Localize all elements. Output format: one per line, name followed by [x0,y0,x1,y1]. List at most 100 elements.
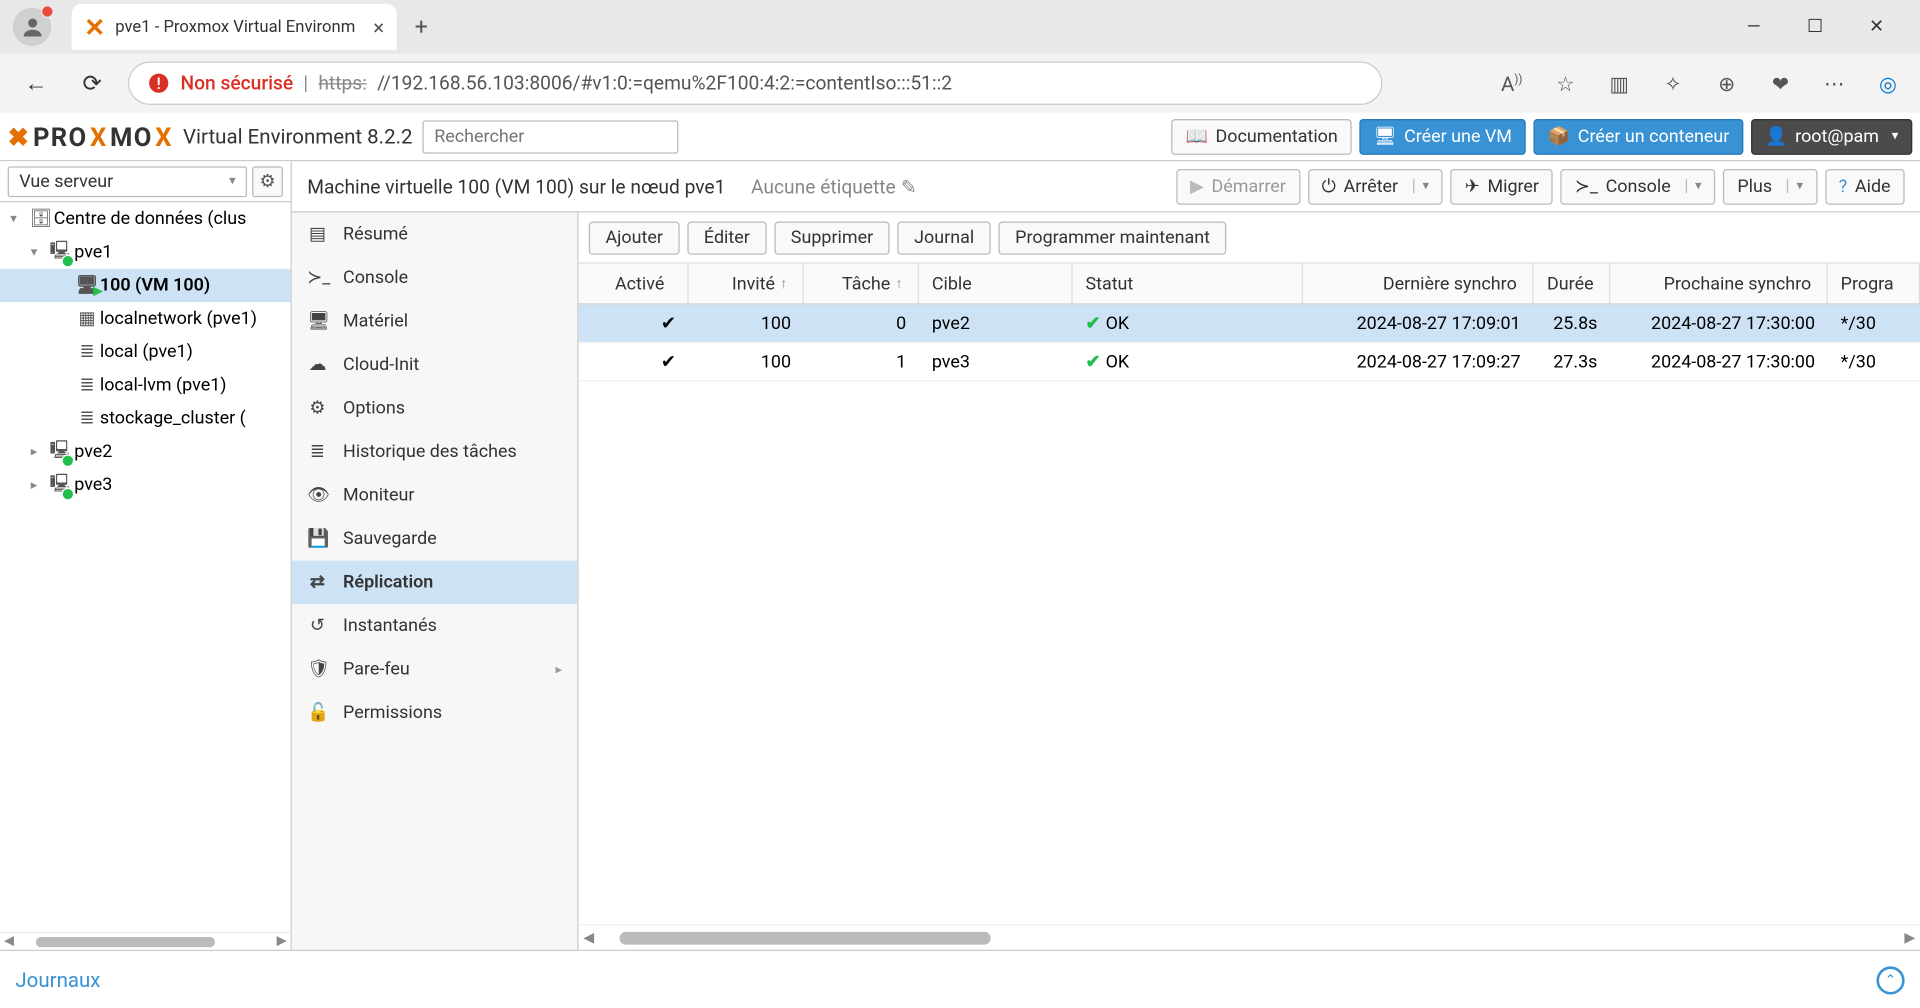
log-footer[interactable]: Journaux ⌃ [0,950,1920,1008]
maximize-button[interactable]: ☐ [1797,17,1833,37]
extensions-icon[interactable]: ⊕ [1710,71,1743,95]
table-row[interactable]: ✔1000pve2✔OK2024-08-27 17:09:0125.8s2024… [579,305,1920,343]
browser-tab[interactable]: pve1 - Proxmox Virtual Environm × [72,4,397,50]
documentation-button[interactable]: 📖Documentation [1171,118,1351,154]
minimize-button[interactable]: — [1736,17,1772,37]
vm-side-tabs: ▤Résumé ≻_Console 🖥Matériel ☁Cloud-Init … [292,212,579,949]
cell-target: pve3 [919,351,1073,371]
chevron-down-icon: ▾ [1892,129,1898,143]
tree-local-lvm[interactable]: ≣local-lvm (pve1) [0,369,291,402]
cell-last-sync: 2024-08-27 17:09:01 [1303,313,1533,333]
power-icon: ⏻ [1322,176,1336,196]
menu-icon[interactable]: ⋯ [1818,71,1851,95]
sort-asc-icon: ↑ [895,275,902,292]
tree-vm-100[interactable]: 🖥100 (VM 100) [0,269,291,302]
tab-replication[interactable]: ⇄Réplication [292,561,577,605]
view-selector[interactable]: Vue serveur▾ [8,166,247,197]
new-tab-button[interactable]: + [402,8,440,46]
tree-node-pve2[interactable]: ▸🖳pve2 [0,435,291,468]
gear-button[interactable]: ⚙ [252,166,283,197]
collapse-log-icon[interactable]: ⌃ [1876,966,1904,994]
shutdown-button[interactable]: ⏻Arrêter▾ [1308,168,1443,204]
tree-hscroll[interactable]: ◀▶ [0,932,291,950]
cell-guest: 100 [689,351,804,371]
tab-hardware[interactable]: 🖥Matériel [292,300,577,344]
tree-local-storage[interactable]: ≣local (pve1) [0,335,291,368]
book-icon: ▤ [307,224,327,244]
create-vm-button[interactable]: 🖥Créer une VM [1360,118,1526,154]
col-last-sync[interactable]: Dernière synchro [1303,264,1533,304]
schedule-now-button[interactable]: Programmer maintenant [999,221,1227,254]
col-enabled[interactable]: Activé [579,264,689,304]
cell-next-sync: 2024-08-27 17:30:00 [1610,313,1828,333]
log-button[interactable]: Journal [898,221,991,254]
add-button[interactable]: Ajouter [589,221,680,254]
profile-avatar[interactable] [13,8,51,46]
content-hscroll[interactable]: ◀▶ [579,924,1920,950]
col-duration[interactable]: Durée [1533,264,1610,304]
migrate-button[interactable]: ✈Migrer [1451,168,1553,204]
col-task[interactable]: Tâche↑ [804,264,919,304]
close-window-button[interactable]: ✕ [1859,17,1895,37]
tab-options[interactable]: ⚙Options [292,387,577,431]
cell-enabled: ✔ [579,313,689,333]
terminal-icon: ≻_ [307,268,327,288]
help-icon: ? [1839,176,1847,196]
url-input[interactable]: Non sécurisé | https://192.168.56.103:80… [128,61,1382,105]
resource-tree-panel: Vue serveur▾ ⚙ ▾🗄Centre de données (clus… [0,161,292,949]
col-next-sync[interactable]: Prochaine synchro [1610,264,1828,304]
tree-node-pve1[interactable]: ▾🖳pve1 [0,236,291,269]
log-toggle[interactable]: Journaux [15,968,100,992]
favorites-icon[interactable]: ☆ [1549,71,1582,95]
user-menu-button[interactable]: 👤root@pam▾ [1751,118,1912,154]
tags-label[interactable]: Aucune étiquette✎ [751,175,917,198]
scroll-thumb[interactable] [36,936,215,946]
chevron-down-icon[interactable]: ▾ [1686,179,1701,193]
collections-icon[interactable]: ✧ [1656,71,1689,95]
tree-stockage-cluster[interactable]: ≣stockage_cluster ( [0,402,291,435]
start-button[interactable]: ▶Démarrer [1176,168,1300,204]
col-target[interactable]: Cible [919,264,1073,304]
chevron-down-icon[interactable]: ▾ [1788,179,1803,193]
tab-title: pve1 - Proxmox Virtual Environm [115,17,355,36]
replication-toolbar: Ajouter Éditer Supprimer Journal Program… [579,212,1920,263]
tab-snapshots[interactable]: ↺Instantanés [292,604,577,648]
cube-icon: 📦 [1548,126,1570,146]
tab-permissions[interactable]: 🔓Permissions [292,691,577,735]
tree-localnetwork[interactable]: ▦localnetwork (pve1) [0,302,291,335]
shield-icon[interactable]: ❤ [1764,71,1797,95]
remove-button[interactable]: Supprimer [774,221,890,254]
tab-cloudinit[interactable]: ☁Cloud-Init [292,343,577,387]
monitor-icon: 🖥 [1374,126,1397,146]
more-button[interactable]: Plus▾ [1723,168,1817,204]
edit-button[interactable]: Éditer [687,221,766,254]
address-bar: ← ⟳ Non sécurisé | https://192.168.56.10… [0,54,1920,113]
resource-tree[interactable]: ▾🗄Centre de données (clus ▾🖳pve1 🖥100 (V… [0,202,291,932]
tab-firewall[interactable]: 🛡Pare-feu▸ [292,648,577,692]
node-icon: 🖳 [49,237,75,268]
chevron-down-icon[interactable]: ▾ [1414,179,1429,193]
col-schedule[interactable]: Progra [1828,264,1920,304]
scroll-thumb[interactable] [620,931,991,944]
tree-node-pve3[interactable]: ▸🖳pve3 [0,468,291,501]
create-container-button[interactable]: 📦Créer un conteneur [1534,118,1744,154]
search-input[interactable] [423,120,679,153]
copilot-icon[interactable]: ◎ [1871,71,1904,95]
tab-monitor[interactable]: 👁Moniteur [292,474,577,518]
help-button[interactable]: ?Aide [1825,168,1905,204]
table-row[interactable]: ✔1001pve3✔OK2024-08-27 17:09:2727.3s2024… [579,343,1920,381]
back-button[interactable]: ← [15,63,56,104]
col-status[interactable]: Statut [1073,264,1303,304]
tab-task-history[interactable]: ≣Historique des tâches [292,430,577,474]
tab-console[interactable]: ≻_Console [292,256,577,300]
close-tab-icon[interactable]: × [373,15,384,39]
tree-datacenter[interactable]: ▾🗄Centre de données (clus [0,202,291,235]
tab-summary[interactable]: ▤Résumé [292,212,577,256]
read-aloud-icon[interactable]: A)) [1495,71,1528,95]
tab-backup[interactable]: 💾Sauvegarde [292,517,577,561]
col-guest[interactable]: Invité↑ [689,264,804,304]
refresh-button[interactable]: ⟳ [72,63,113,104]
split-icon[interactable]: ▥ [1603,71,1636,95]
url-path: //192.168.56.103:8006/#v1:0:=qemu%2F100:… [377,72,952,95]
console-button[interactable]: ≻_Console▾ [1561,168,1716,204]
